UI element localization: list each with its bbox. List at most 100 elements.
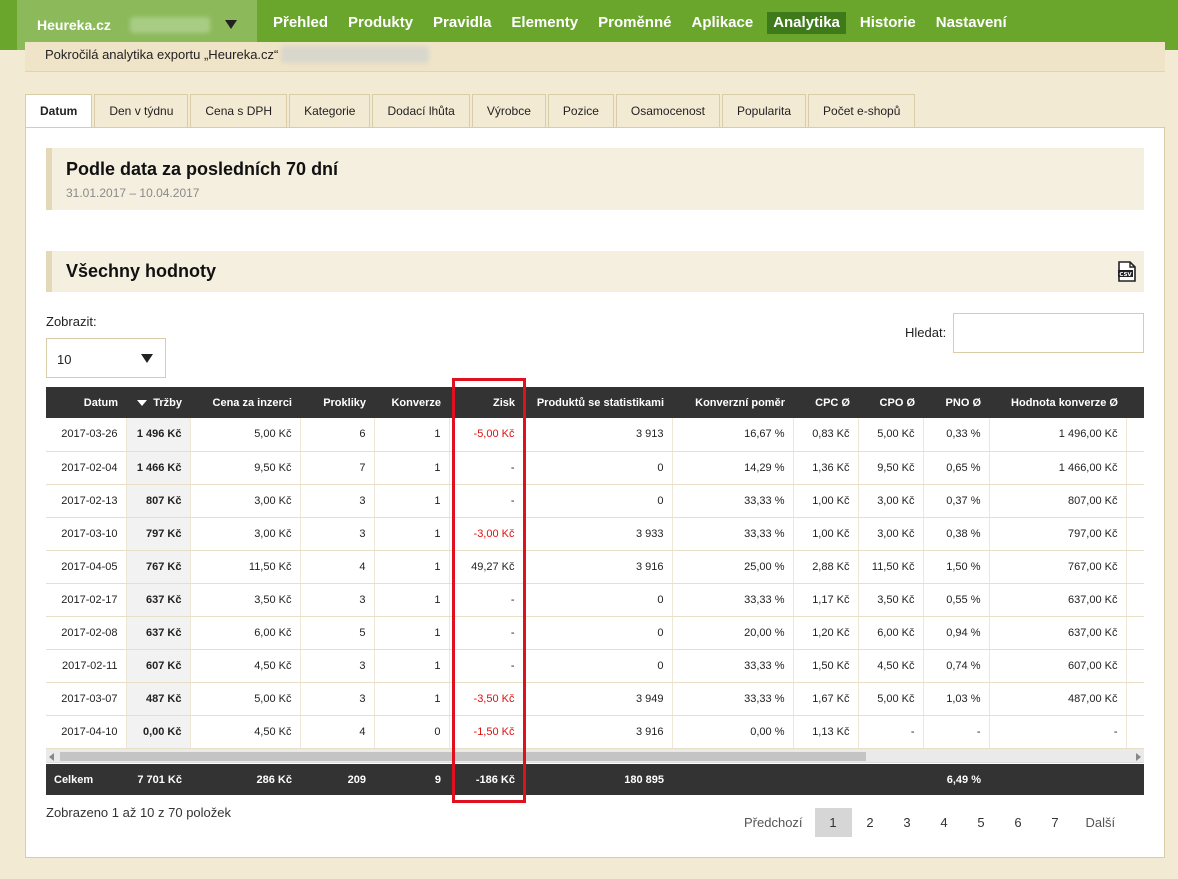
nav-item-analytika[interactable]: Analytika <box>767 12 846 34</box>
cell-overflow <box>1125 418 1144 452</box>
column-header-cpc[interactable]: CPC Ø <box>793 387 858 418</box>
table-info: Zobrazeno 1 až 10 z 70 položek <box>46 805 232 820</box>
search-input[interactable] <box>953 313 1144 353</box>
table-row: 2017-03-10 797 Kč 3,00 Kč 3 1 -3,00 Kč 3 933 33… <box>46 517 1144 551</box>
column-header-hodnota-konverze[interactable]: Hodnota konverze Ø <box>989 387 1126 418</box>
column-header-konverzni-pomer[interactable]: Konverzní poměr <box>672 387 793 418</box>
tab-kategorie[interactable]: Kategorie <box>289 94 371 128</box>
cell-trzby: 607 Kč <box>125 649 190 683</box>
nav-item-pravidla[interactable]: Pravidla <box>427 12 497 34</box>
table-header-row: Datum Tržby Cena za inzerci Prokliky Konverz… <box>46 387 1144 418</box>
cell-konverzni-pomer: 25,00 % <box>671 550 793 584</box>
cell-produktu-se-statistikami: 3 916 <box>522 715 672 749</box>
nav-item-aplikace[interactable]: Aplikace <box>685 12 759 34</box>
tab-vyrobce[interactable]: Výrobce <box>471 94 546 128</box>
nav-item-produkty[interactable]: Produkty <box>342 12 419 34</box>
tab-osamocenost[interactable]: Osamocenost <box>615 94 720 128</box>
period-title: Podle data za posledních 70 dní <box>66 159 339 179</box>
cell-konverzni-pomer: 33,33 % <box>671 649 793 683</box>
cell-trzby: 637 Kč <box>125 583 190 617</box>
cell-cpo: 3,50 Kč <box>857 583 923 617</box>
cell-produktu-se-statistikami: 3 913 <box>522 418 672 452</box>
tab-cena-s-dph[interactable]: Cena s DPH <box>190 94 288 128</box>
nav-item-nastaveni[interactable]: Nastavení <box>930 12 1013 34</box>
csv-file-icon[interactable]: CSV <box>1118 261 1136 282</box>
column-header-cena-za-inzerci[interactable]: Cena za inzerci <box>190 387 300 418</box>
pagination-next[interactable]: Další <box>1074 808 1128 837</box>
cell-hodnota-konverze: 797,00 Kč <box>988 517 1126 551</box>
cell-konverze: 1 <box>373 649 449 683</box>
pagination-page[interactable]: 4 <box>926 808 963 837</box>
column-header-pno[interactable]: PNO Ø <box>923 387 989 418</box>
column-header-datum[interactable]: Datum <box>46 387 126 418</box>
tab-den-v-tydnu[interactable]: Den v týdnu <box>94 94 189 128</box>
tab-datum[interactable]: Datum <box>25 94 93 129</box>
cell-cpo: 11,50 Kč <box>857 550 923 584</box>
cell-pno: 1,03 % <box>922 682 989 716</box>
cell-cpo: 6,00 Kč <box>857 616 923 650</box>
column-header-cpo[interactable]: CPO Ø <box>858 387 923 418</box>
cell-prokliky: 3 <box>299 484 374 518</box>
nav-item-promenne[interactable]: Proměnné <box>592 12 677 34</box>
column-header-label: Cena za inzerci <box>212 396 292 409</box>
tab-popularita[interactable]: Popularita <box>721 94 807 128</box>
period-box: Podle data za posledních 70 dní 31.01.20… <box>46 148 1144 210</box>
tab-pocet-e-shopu[interactable]: Počet e-shopů <box>808 94 916 128</box>
pagination-prev[interactable]: Předchozí <box>732 808 815 837</box>
cell-prokliky: 3 <box>299 682 374 716</box>
cell-cpo: 3,00 Kč <box>857 517 923 551</box>
page-size-select[interactable]: 10 <box>46 338 166 378</box>
column-header-label: PNO Ø <box>945 396 981 409</box>
column-header-prokliky[interactable]: Prokliky <box>300 387 374 418</box>
pagination-page[interactable]: 1 <box>814 808 852 837</box>
column-header-konverze[interactable]: Konverze <box>374 387 449 418</box>
search-label: Hledat: <box>905 325 947 340</box>
column-header-produktu-se-statistikami[interactable]: Produktů se statistikami <box>523 387 672 418</box>
cell-konverzni-pomer: 33,33 % <box>671 484 793 518</box>
pagination-page[interactable]: 6 <box>1000 808 1037 837</box>
total-hodnota-konverze <box>989 764 1126 795</box>
cell-konverzni-pomer: 0,00 % <box>671 715 793 749</box>
nav-item-prehled[interactable]: Přehled <box>267 12 334 34</box>
cell-cpc: 0,83 Kč <box>792 418 858 452</box>
cell-overflow <box>1125 616 1144 650</box>
page-size-value: 10 <box>57 352 72 367</box>
cell-pno: 0,37 % <box>922 484 989 518</box>
blurred-export-name <box>281 46 429 63</box>
cell-datum: 2017-02-13 <box>46 484 126 518</box>
pagination-page[interactable]: 2 <box>852 808 889 837</box>
tab-pozice[interactable]: Pozice <box>547 94 614 128</box>
horizontal-scrollbar[interactable] <box>46 749 1144 763</box>
pagination-page[interactable]: 7 <box>1037 808 1074 837</box>
cell-overflow <box>1125 451 1144 485</box>
cell-pno: - <box>922 715 989 749</box>
total-cpo <box>858 764 923 795</box>
data-table: Datum Tržby Cena za inzerci Prokliky Konverz… <box>46 387 1144 749</box>
cell-produktu-se-statistikami: 3 933 <box>522 517 672 551</box>
tab-dodaci-lhuta[interactable]: Dodací lhůta <box>372 94 470 128</box>
table-footer: Celkem 7 701 Kč 286 Kč 209 9 -186 Kč 180 895 6,… <box>46 764 1144 795</box>
cell-konverzni-pomer: 33,33 % <box>671 583 793 617</box>
column-header-label: CPC Ø <box>815 396 850 409</box>
cell-datum: 2017-03-26 <box>46 418 126 452</box>
cell-trzby: 1 496 Kč <box>125 418 190 452</box>
table-row: 2017-04-05 767 Kč 11,50 Kč 4 1 49,27 Kč 3 916 2… <box>46 550 1144 584</box>
sort-desc-icon <box>137 399 148 406</box>
section-title: Všechny hodnoty <box>66 261 217 281</box>
nav-item-elementy[interactable]: Elementy <box>505 12 584 34</box>
pagination-page[interactable]: 5 <box>963 808 1000 837</box>
nav-item-historie[interactable]: Historie <box>854 12 922 34</box>
cell-prokliky: 3 <box>299 583 374 617</box>
cell-konverze: 1 <box>373 418 449 452</box>
scroll-left-icon[interactable] <box>49 753 54 761</box>
total-cpc <box>793 764 858 795</box>
column-header-trzby[interactable]: Tržby <box>126 387 190 418</box>
pagination-page[interactable]: 3 <box>889 808 926 837</box>
cell-cpc: 1,67 Kč <box>792 682 858 716</box>
cell-konverzni-pomer: 33,33 % <box>671 517 793 551</box>
cell-hodnota-konverze: 607,00 Kč <box>988 649 1126 683</box>
cell-datum: 2017-02-04 <box>46 451 126 485</box>
cell-prokliky: 4 <box>299 715 374 749</box>
column-header-label: CPO Ø <box>879 396 915 409</box>
scroll-right-icon[interactable] <box>1136 753 1141 761</box>
